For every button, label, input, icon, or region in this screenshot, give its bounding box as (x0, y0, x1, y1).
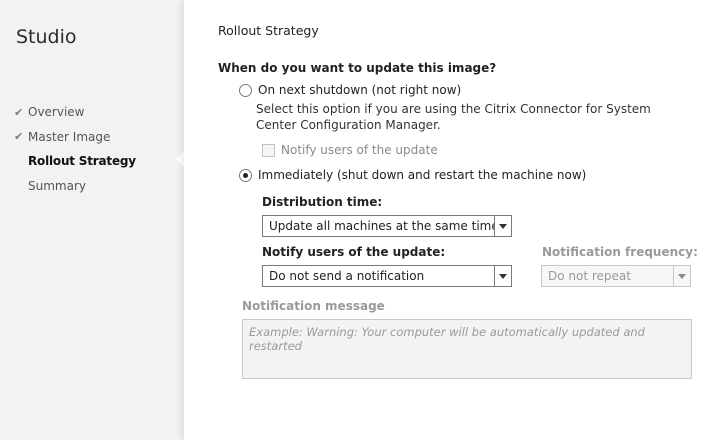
radio-next-shutdown[interactable]: On next shutdown (not right now) (239, 83, 461, 97)
next-shutdown-description: Select this option if you are using the … (256, 102, 651, 132)
nav-item-rollout-strategy[interactable]: Rollout Strategy (14, 149, 184, 174)
select-value: Do not send a notification (269, 269, 425, 283)
notify-users-select[interactable]: Do not send a notification (262, 265, 512, 287)
select-value: Update all machines at the same time (269, 219, 494, 233)
radio-button[interactable] (239, 83, 252, 97)
radio-button[interactable] (239, 168, 252, 182)
nav-item-master-image[interactable]: ✔ Master Image (14, 125, 184, 150)
notification-frequency-label: Notification frequency: (542, 245, 698, 259)
sidebar: Studio ✔ Overview ✔ Master Image Rollout… (0, 0, 184, 440)
notification-message-label: Notification message (242, 299, 385, 313)
active-step-pointer (176, 151, 184, 167)
checkbox-label: Notify users of the update (281, 143, 438, 157)
nav-item-label: Master Image (28, 129, 111, 144)
checkmark-icon: ✔ (14, 105, 24, 119)
update-question: When do you want to update this image? (218, 61, 497, 75)
distribution-time-label: Distribution time: (262, 195, 383, 209)
notify-users-checkbox[interactable]: Notify users of the update (262, 143, 438, 157)
radio-label: Immediately (shut down and restart the m… (258, 168, 587, 182)
distribution-time-select[interactable]: Update all machines at the same time (262, 215, 512, 237)
nav-item-label: Rollout Strategy (28, 154, 136, 169)
chevron-down-icon[interactable] (494, 216, 511, 236)
app-title: Studio (16, 26, 77, 48)
checkbox[interactable] (262, 143, 275, 157)
page-title: Rollout Strategy (218, 23, 319, 38)
wizard-nav: ✔ Overview ✔ Master Image Rollout Strate… (14, 100, 184, 198)
chevron-down-icon[interactable] (673, 266, 690, 286)
notify-users-label: Notify users of the update: (262, 245, 446, 259)
main-panel: Rollout Strategy When do you want to upd… (184, 0, 711, 440)
nav-item-summary[interactable]: Summary (14, 174, 184, 199)
nav-item-overview[interactable]: ✔ Overview (14, 100, 184, 125)
radio-label: On next shutdown (not right now) (258, 83, 462, 97)
notification-message-textarea[interactable]: Example: Warning: Your computer will be … (242, 319, 692, 379)
nav-item-label: Summary (28, 178, 86, 193)
nav-item-label: Overview (28, 105, 85, 120)
select-value: Do not repeat (548, 269, 631, 283)
notification-frequency-select[interactable]: Do not repeat (541, 265, 691, 287)
radio-immediately[interactable]: Immediately (shut down and restart the m… (239, 168, 586, 182)
checkmark-icon: ✔ (14, 130, 24, 144)
chevron-down-icon[interactable] (494, 266, 511, 286)
